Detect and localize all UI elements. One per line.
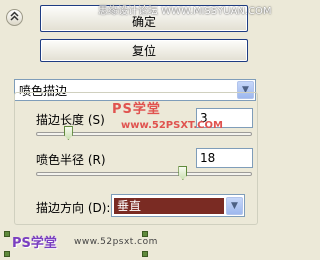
stroke-direction-select[interactable]: 垂直 ▼ <box>111 194 245 217</box>
reset-button-label: 复位 <box>131 44 156 58</box>
spray-radius-input[interactable]: 18 <box>196 148 253 168</box>
reset-button[interactable]: 复位 <box>40 39 248 62</box>
corner-marker-icon <box>142 251 148 257</box>
corner-marker-icon <box>4 251 10 257</box>
stroke-length-label: 描边长度 (S) <box>36 113 105 127</box>
chevron-double-up-icon <box>10 11 19 24</box>
spray-radius-slider-track[interactable] <box>36 172 252 176</box>
chevron-down-icon[interactable]: ▼ <box>226 196 243 215</box>
watermark-bottom-logo: PS学堂 <box>12 236 57 251</box>
watermark-center-url: www.52PSXT.COM <box>121 120 223 131</box>
watermark-bottom-url: www.52psxt.com <box>74 237 158 247</box>
corner-marker-icon <box>142 231 148 237</box>
corner-marker-icon <box>4 231 10 237</box>
watermark-center-logo: PS学堂 <box>112 102 161 117</box>
collapse-toggle-button[interactable] <box>6 9 23 26</box>
spray-radius-label: 喷色半径 (R) <box>36 153 106 167</box>
stroke-direction-label: 描边方向 (D): <box>36 201 111 215</box>
stroke-direction-value: 垂直 <box>114 197 224 214</box>
watermark-top: 思缘设计论坛 WWW.MISSYUAN.COM <box>98 6 272 17</box>
